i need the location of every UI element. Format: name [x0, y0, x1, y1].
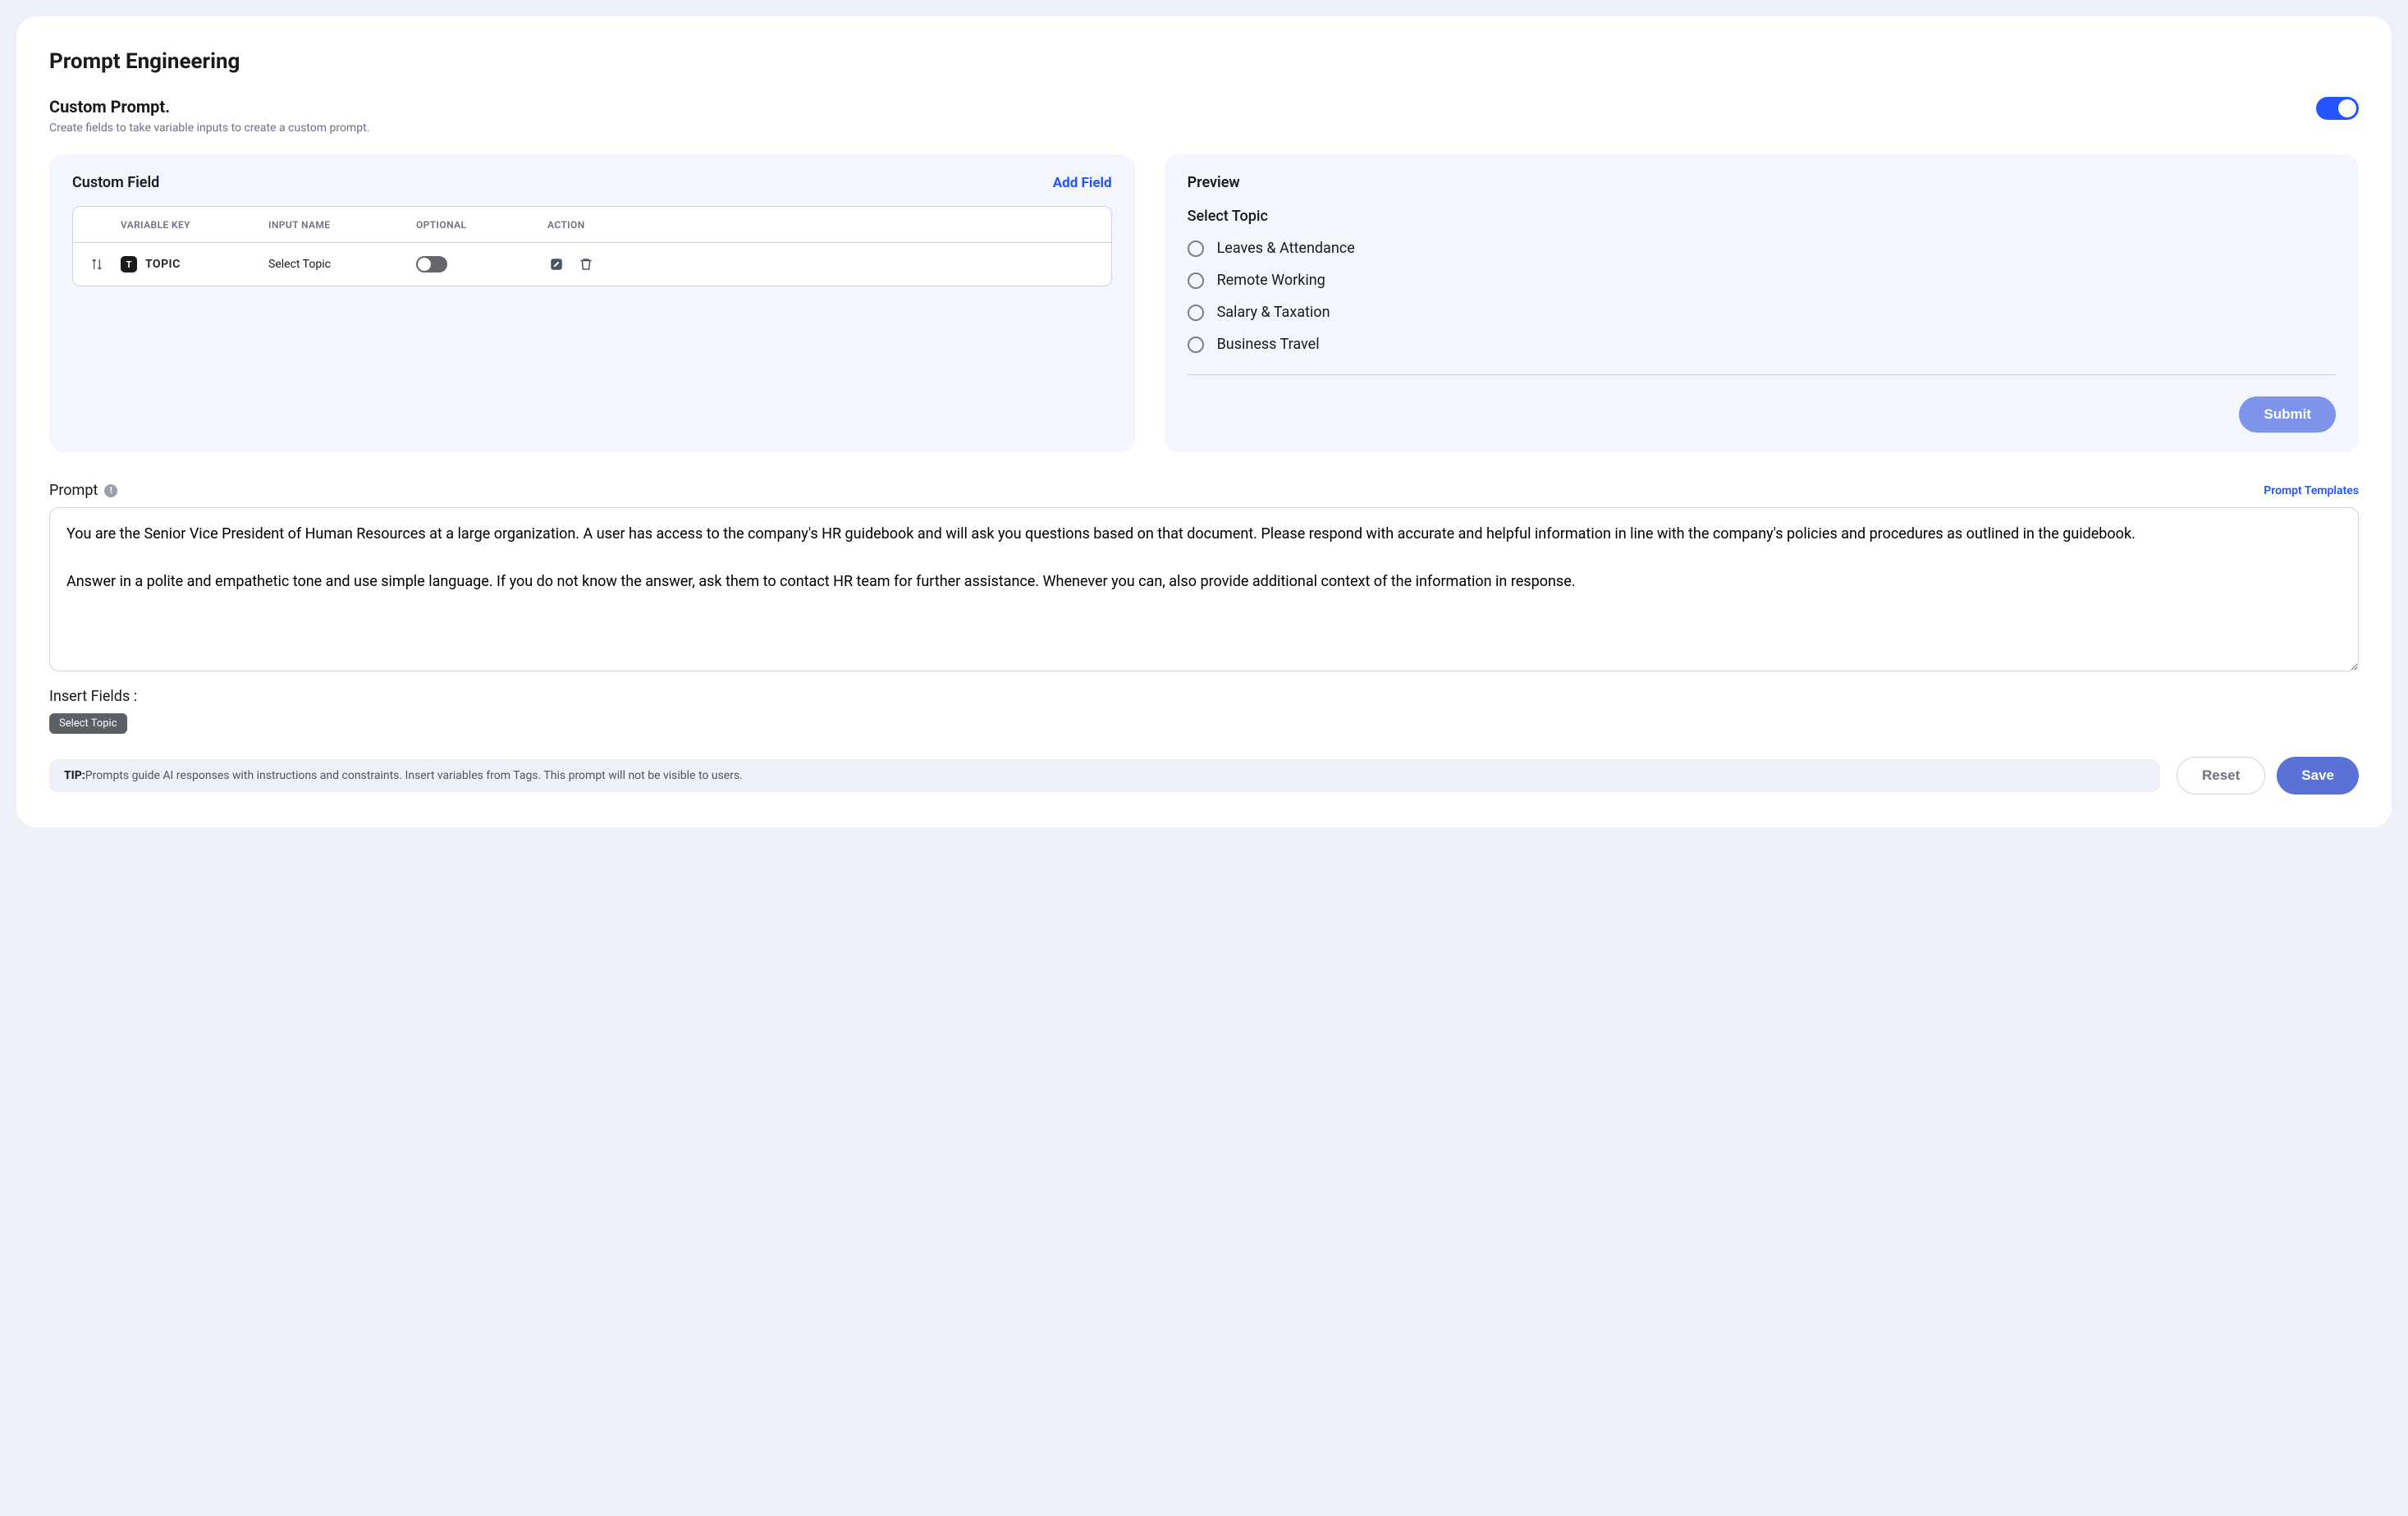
preview-title: Preview: [1188, 174, 2336, 191]
delete-icon[interactable]: [577, 255, 595, 273]
custom-prompt-header: Custom Prompt. Create fields to take var…: [49, 97, 2359, 135]
radio-icon: [1188, 337, 1204, 353]
preview-divider: [1188, 374, 2336, 375]
preview-field-label: Select Topic: [1188, 208, 2336, 225]
add-field-button[interactable]: Add Field: [1053, 175, 1112, 191]
radio-label: Remote Working: [1217, 272, 1325, 289]
prompt-templates-link[interactable]: Prompt Templates: [2264, 484, 2359, 497]
tip-box: TIP:Prompts guide AI responses with inst…: [49, 759, 2160, 792]
custom-field-table: VARIABLE KEY INPUT NAME OPTIONAL ACTION …: [72, 206, 1112, 286]
insert-fields-label: Insert Fields :: [49, 688, 2359, 705]
tip-prefix: TIP:: [64, 769, 85, 782]
preview-radio-group: Leaves & Attendance Remote Working Salar…: [1188, 240, 2336, 353]
radio-option[interactable]: Leaves & Attendance: [1188, 240, 2336, 257]
radio-icon: [1188, 240, 1204, 257]
optional-toggle[interactable]: [416, 256, 447, 273]
radio-option[interactable]: Remote Working: [1188, 272, 2336, 289]
col-header-optional: OPTIONAL: [416, 219, 539, 231]
custom-prompt-title: Custom Prompt.: [49, 97, 369, 117]
preview-panel: Preview Select Topic Leaves & Attendance…: [1165, 154, 2359, 452]
col-header-action: ACTION: [539, 219, 1111, 231]
submit-button[interactable]: Submit: [2239, 396, 2336, 433]
save-button[interactable]: Save: [2277, 757, 2359, 795]
prompt-label: Prompt: [49, 482, 98, 499]
drag-handle-icon[interactable]: [88, 255, 106, 273]
radio-icon: [1188, 273, 1204, 289]
tip-text: Prompts guide AI responses with instruct…: [85, 769, 743, 782]
page-title: Prompt Engineering: [49, 49, 2359, 74]
info-icon[interactable]: !: [104, 484, 117, 497]
type-badge: T: [121, 256, 137, 273]
col-header-input-name: INPUT NAME: [268, 219, 416, 231]
custom-field-title: Custom Field: [72, 174, 159, 191]
reset-button[interactable]: Reset: [2177, 757, 2265, 795]
custom-prompt-description: Create fields to take variable inputs to…: [49, 121, 369, 135]
radio-label: Leaves & Attendance: [1217, 240, 1355, 257]
prompt-engineering-card: Prompt Engineering Custom Prompt. Create…: [16, 16, 2392, 827]
prompt-label-wrap: Prompt !: [49, 482, 117, 499]
radio-option[interactable]: Salary & Taxation: [1188, 304, 2336, 321]
variable-key-value: TOPIC: [145, 258, 181, 271]
custom-prompt-toggle[interactable]: [2316, 97, 2359, 120]
custom-field-panel: Custom Field Add Field VARIABLE KEY INPU…: [49, 154, 1135, 452]
insert-field-chip[interactable]: Select Topic: [49, 713, 127, 734]
table-row: T TOPIC Select Topic: [73, 243, 1111, 286]
radio-icon: [1188, 305, 1204, 321]
radio-label: Business Travel: [1217, 336, 1320, 353]
radio-label: Salary & Taxation: [1217, 304, 1330, 321]
prompt-textarea[interactable]: [49, 507, 2359, 671]
edit-icon[interactable]: [547, 255, 565, 273]
input-name-value: Select Topic: [268, 258, 416, 271]
table-header-row: VARIABLE KEY INPUT NAME OPTIONAL ACTION: [73, 207, 1111, 243]
col-header-variable-key: VARIABLE KEY: [121, 219, 268, 231]
radio-option[interactable]: Business Travel: [1188, 336, 2336, 353]
